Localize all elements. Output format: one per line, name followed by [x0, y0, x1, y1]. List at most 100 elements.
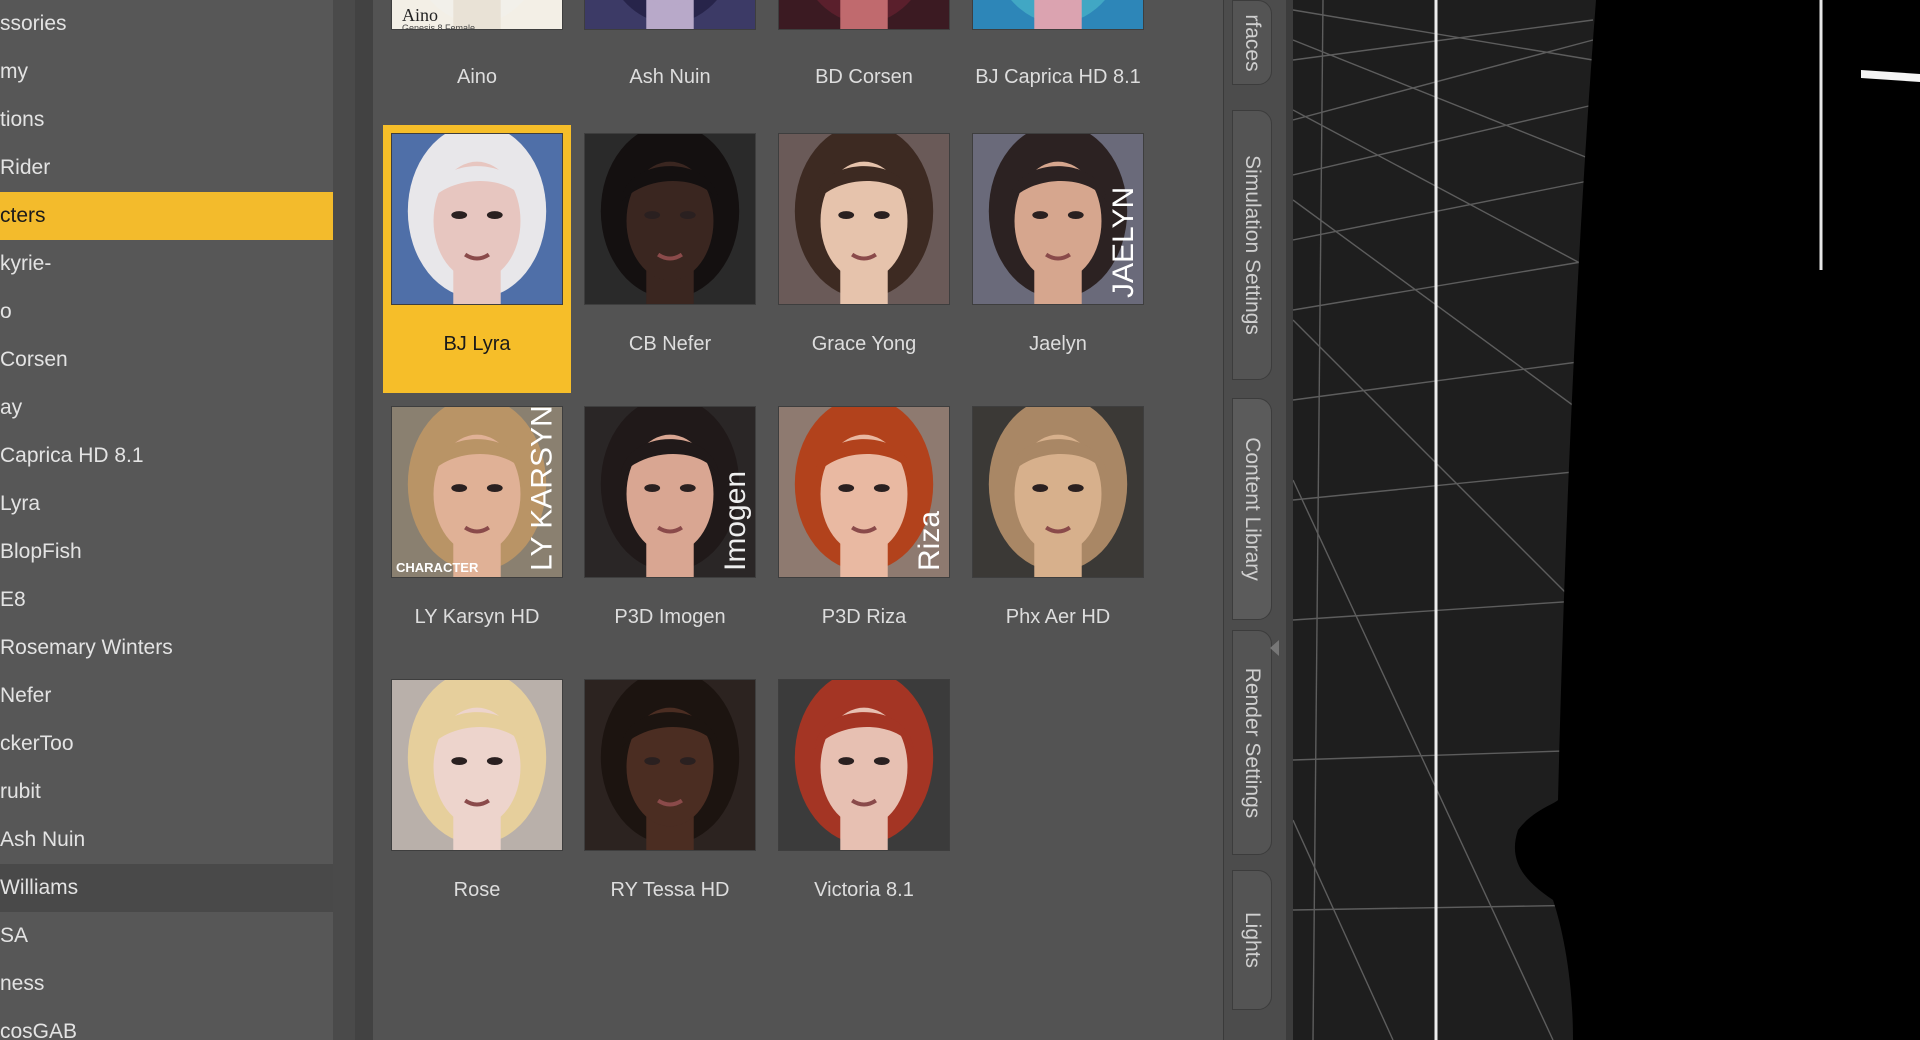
tab-simulation-settings[interactable]: Simulation Settings: [1232, 110, 1272, 380]
content-tile[interactable]: CB Nefer: [576, 125, 764, 393]
content-thumbnail[interactable]: Riza: [778, 406, 950, 578]
thumbnail-overlay-subtext: CHARACTER: [396, 560, 479, 575]
folder-item-label: Caprica HD 8.1: [0, 444, 144, 467]
folder-item[interactable]: E8: [0, 576, 333, 624]
folder-item[interactable]: cosGAB: [0, 1008, 333, 1040]
content-tile-label: BJ Caprica HD 8.1: [975, 66, 1141, 88]
content-thumbnail[interactable]: [584, 133, 756, 305]
folder-item-label: Ash Nuin: [0, 828, 86, 851]
content-folder-tree[interactable]: ssories my tions Rider cters kyrie-o Corsen ay C…: [0, 0, 333, 1040]
tab-content-library[interactable]: Content Library: [1232, 398, 1272, 620]
content-tile[interactable]: BJ Lyra: [383, 125, 571, 393]
tab-render-settings[interactable]: Render Settings: [1232, 630, 1272, 855]
pane-splitter[interactable]: [355, 0, 374, 1040]
folder-item[interactable]: Rider: [0, 144, 333, 192]
tab-label: Lights: [1241, 911, 1264, 969]
content-thumbnail[interactable]: LY KARSYN CHARACTER: [391, 406, 563, 578]
content-thumbnail[interactable]: [584, 679, 756, 851]
content-tile[interactable]: LY KARSYN CHARACTER LY Karsyn HD: [383, 398, 571, 666]
folder-item[interactable]: cters: [0, 192, 333, 240]
thumbnail-overlay-text: JAELYN: [1107, 186, 1140, 298]
content-tile-label: LY Karsyn HD: [414, 606, 540, 628]
folder-item[interactable]: ay: [0, 384, 333, 432]
thumbnail-overlay-text: Riza: [913, 510, 946, 571]
content-thumbnail[interactable]: [778, 133, 950, 305]
content-thumbnail[interactable]: Aino Genesis 8 Female: [391, 0, 563, 30]
content-tile[interactable]: JAELYN Jaelyn: [964, 125, 1152, 393]
content-tile[interactable]: BJ Caprica HD 8.1: [964, 0, 1152, 110]
folder-item[interactable]: ness: [0, 960, 333, 1008]
content-tile[interactable]: Ash Nuin: [576, 0, 764, 110]
folder-item-label: ness: [0, 972, 45, 995]
content-tile[interactable]: BD Corsen: [770, 0, 958, 110]
folder-item-label: ckerToo: [0, 732, 74, 755]
content-thumbnail[interactable]: [391, 133, 563, 305]
folder-item-label: Lyra: [0, 492, 41, 515]
content-thumbnail[interactable]: JAELYN: [972, 133, 1144, 305]
content-tile[interactable]: Grace Yong: [770, 125, 958, 393]
folder-item[interactable]: tions: [0, 96, 333, 144]
thumbnail-overlay-text: Imogen: [719, 470, 752, 571]
content-thumbnail[interactable]: Imogen: [584, 406, 756, 578]
folder-item[interactable]: Lyra: [0, 480, 333, 528]
collapse-arrow-icon[interactable]: [1270, 640, 1279, 656]
folder-item[interactable]: Corsen: [0, 336, 333, 384]
tab-lights[interactable]: Lights: [1232, 870, 1272, 1010]
tab-label: Render Settings: [1241, 667, 1264, 818]
viewport-scene: [1293, 0, 1920, 1040]
folder-item[interactable]: my: [0, 48, 333, 96]
folder-item[interactable]: SA: [0, 912, 333, 960]
content-thumbnail[interactable]: [972, 406, 1144, 578]
folder-item-label: o: [0, 300, 12, 323]
3d-viewport[interactable]: [1293, 0, 1920, 1040]
folder-item[interactable]: ssories: [0, 0, 333, 48]
portrait-thumbnail: [585, 134, 755, 304]
folder-item-label: Williams: [0, 876, 79, 899]
folder-item-label: ssories: [0, 12, 67, 35]
content-tile-label: CB Nefer: [628, 333, 712, 355]
content-thumbnail[interactable]: [391, 679, 563, 851]
content-thumbnail[interactable]: [972, 0, 1144, 30]
content-tile[interactable]: Phx Aer HD: [964, 398, 1152, 666]
content-thumbnail[interactable]: [778, 679, 950, 851]
content-tile[interactable]: RY Tessa HD: [576, 671, 764, 939]
tab-label: Content Library: [1241, 437, 1264, 581]
content-tile-label: Grace Yong: [811, 333, 917, 355]
content-tile[interactable]: Riza P3D Riza: [770, 398, 958, 666]
content-tile[interactable]: Imogen P3D Imogen: [576, 398, 764, 666]
pane-edge: [1286, 0, 1293, 1040]
folder-item-label: cosGAB: [0, 1020, 78, 1040]
content-tile[interactable]: Victoria 8.1: [770, 671, 958, 939]
folder-item[interactable]: o: [0, 288, 333, 336]
folder-item-label: SA: [0, 924, 29, 947]
folder-item[interactable]: Williams: [0, 864, 333, 912]
folder-item[interactable]: Ash Nuin: [0, 816, 333, 864]
folder-item-label: ay: [0, 396, 23, 419]
portrait-thumbnail: [779, 680, 949, 850]
folder-item-label: E8: [0, 588, 26, 611]
content-tile-label: Ash Nuin: [629, 66, 711, 88]
folder-item-label: cters: [0, 204, 46, 227]
folder-item-label: Nefer: [0, 684, 52, 707]
folder-item[interactable]: Caprica HD 8.1: [0, 432, 333, 480]
tab-rfaces[interactable]: rfaces: [1232, 0, 1272, 85]
folder-item[interactable]: Rosemary Winters: [0, 624, 333, 672]
portrait-thumbnail: [973, 0, 1143, 29]
folder-item[interactable]: BlopFish: [0, 528, 333, 576]
folder-item[interactable]: ckerToo: [0, 720, 333, 768]
content-tile-label: RY Tessa HD: [610, 879, 730, 901]
content-thumbnail[interactable]: [584, 0, 756, 30]
folder-item[interactable]: rubit: [0, 768, 333, 816]
folder-item[interactable]: Nefer: [0, 672, 333, 720]
folder-item-label: Rosemary Winters: [0, 636, 173, 659]
folder-item-label: kyrie-: [0, 252, 52, 275]
tab-label: rfaces: [1241, 13, 1264, 72]
folder-item[interactable]: kyrie-: [0, 240, 333, 288]
content-tile-label: Victoria 8.1: [814, 879, 914, 901]
content-tile[interactable]: Aino Genesis 8 Female Aino: [383, 0, 571, 110]
folder-item-label: BlopFish: [0, 540, 82, 563]
portrait-thumbnail: [585, 680, 755, 850]
portrait-thumbnail: [392, 134, 562, 304]
content-tile[interactable]: Rose: [383, 671, 571, 939]
content-thumbnail[interactable]: [778, 0, 950, 30]
